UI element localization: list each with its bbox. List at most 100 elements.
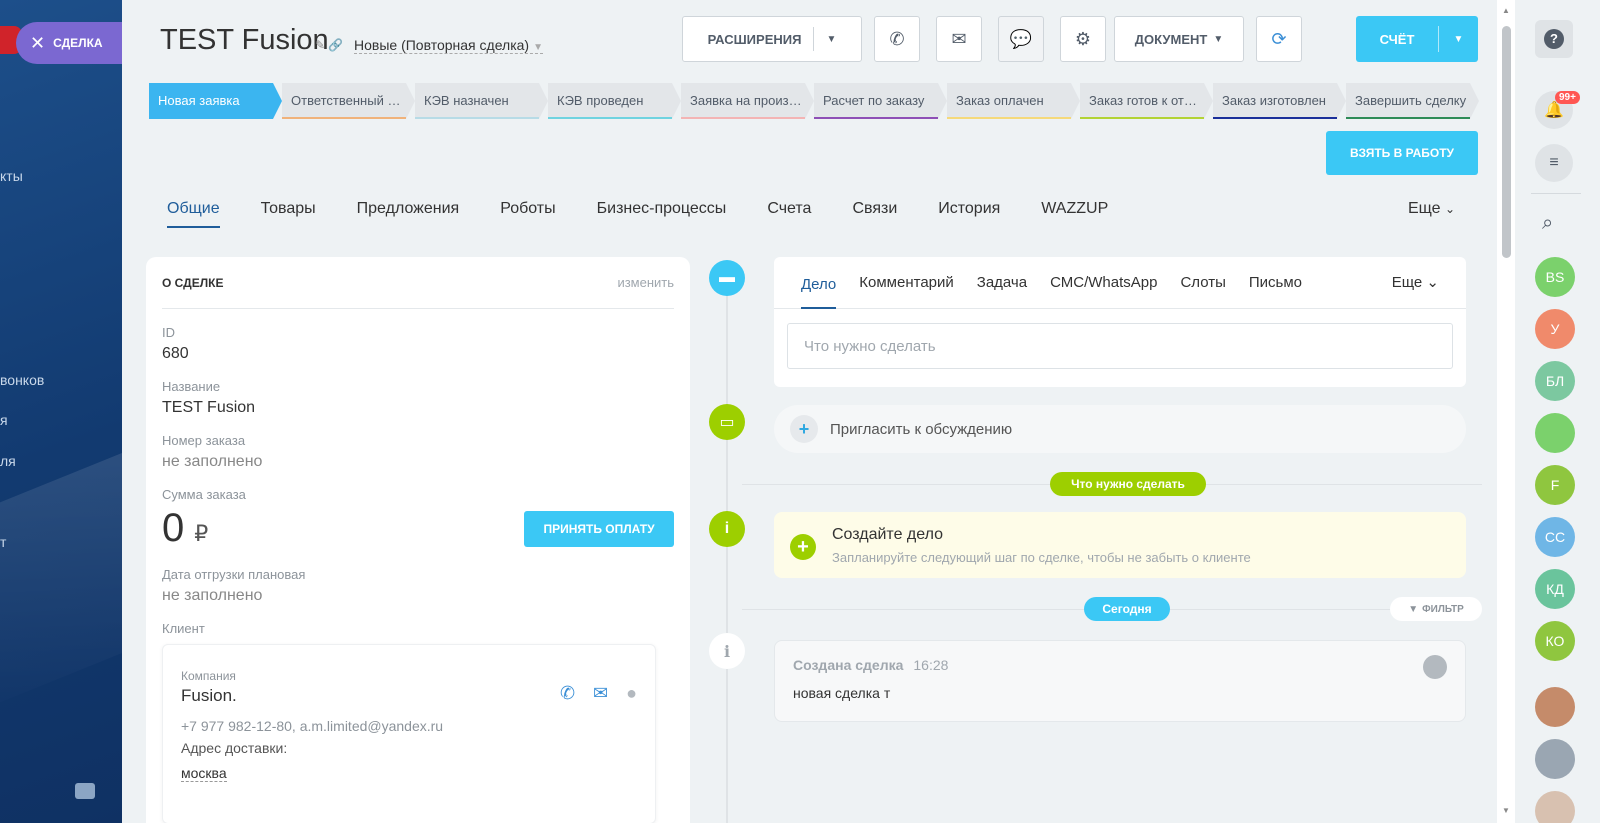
order-number-value: не заполнено — [162, 453, 263, 470]
tab-3[interactable]: Предложения — [357, 200, 460, 228]
address-value[interactable]: москва — [181, 765, 227, 782]
tabs-more-label: Еще — [1408, 200, 1441, 217]
chat-icon: 💬 — [1009, 28, 1033, 49]
avatar[interactable] — [1535, 739, 1575, 779]
activity-input[interactable]: Что нужно сделать — [787, 323, 1453, 369]
scrollbar[interactable]: ▲ ▼ — [1497, 0, 1515, 823]
right-sidebar: ? 🔔 99+ ≡ ⌕ BS У БЛ F СС КД КО — [1515, 0, 1600, 823]
avatar[interactable]: F — [1535, 465, 1575, 505]
avatar[interactable] — [1535, 687, 1575, 727]
convert-button[interactable]: ⟳ — [1256, 16, 1302, 62]
tabs-more-button[interactable]: Еще ⌄ — [1408, 200, 1455, 218]
avatar[interactable]: У — [1535, 309, 1575, 349]
activity-editor: Дело Комментарий Задача СМС/WhatsApp Слоты Пи… — [774, 257, 1466, 387]
email-button[interactable]: ✉ — [936, 16, 982, 62]
sidebar-item[interactable]: т — [0, 534, 6, 550]
stage-1[interactable]: Новая заявка — [149, 83, 282, 119]
activity-tab-1[interactable]: Дело — [801, 257, 837, 309]
stage-5[interactable]: Заявка на производство — [681, 83, 814, 119]
chat-icon[interactable]: ● — [626, 683, 637, 704]
chat-button[interactable]: 💬 — [998, 16, 1044, 62]
accept-payment-button[interactable]: ПРИНЯТЬ ОПЛАТУ — [524, 510, 674, 547]
take-to-work-button[interactable]: ВЗЯТЬ В РАБОТУ — [1326, 131, 1478, 175]
activity-tab-5[interactable]: Слоты — [1180, 274, 1225, 291]
page-title: TEST Fusion — [160, 24, 329, 56]
tab-1[interactable]: Общие — [167, 200, 220, 228]
invite-to-discussion[interactable]: + Пригласить к обсуждению — [774, 405, 1466, 453]
divider — [813, 27, 815, 51]
sidebar-item[interactable]: вонков — [0, 372, 44, 388]
avatar[interactable] — [1535, 413, 1575, 453]
id-value: 680 — [162, 345, 189, 362]
scrollbar-thumb[interactable] — [1502, 26, 1511, 258]
sidebar-item[interactable]: кты — [0, 168, 23, 184]
stage-8[interactable]: Заказ готов к отгрузке — [1080, 83, 1213, 119]
tab-5[interactable]: Бизнес-процессы — [597, 200, 727, 228]
scroll-up-icon[interactable]: ▲ — [1502, 6, 1510, 15]
avatar[interactable]: КО — [1535, 621, 1575, 661]
search-icon[interactable]: ⌕ — [1542, 212, 1553, 235]
stage-4[interactable]: КЭВ проведен — [548, 83, 681, 119]
document-button[interactable]: ДОКУМЕНТ ▼ — [1114, 16, 1244, 62]
deal-close-button[interactable]: ✕ СДЕЛКА — [16, 22, 122, 64]
avatar[interactable]: БЛ — [1535, 361, 1575, 401]
avatar[interactable]: КД — [1535, 569, 1575, 609]
chevron-down-icon[interactable]: ▼ — [1439, 34, 1478, 45]
settings-button[interactable]: ⚙ — [1060, 16, 1106, 62]
print-icon[interactable] — [75, 783, 95, 799]
help-button[interactable]: ? — [1535, 20, 1573, 58]
document-label: ДОКУМЕНТ — [1134, 31, 1208, 47]
tab-7[interactable]: Связи — [852, 200, 897, 228]
stage-6[interactable]: Расчет по заказу — [814, 83, 947, 119]
stage-select[interactable]: Новые (Повторная сделка) ▼ — [354, 37, 543, 54]
stage-2[interactable]: Ответственный назначен — [282, 83, 415, 119]
order-number-label: Номер заказа — [162, 433, 246, 448]
gear-icon: ⚙ — [1074, 28, 1092, 49]
activity-more-button[interactable]: Еще ⌄ — [1392, 257, 1439, 309]
avatar[interactable]: СС — [1535, 517, 1575, 557]
stage-3[interactable]: КЭВ назначен — [415, 83, 548, 119]
id-label: ID — [162, 325, 175, 340]
entry-title: Создана сделка — [793, 657, 904, 673]
tab-4[interactable]: Роботы — [500, 200, 555, 228]
avatar — [1423, 655, 1447, 679]
call-button[interactable]: ✆ — [874, 16, 920, 62]
tab-6[interactable]: Счета — [767, 200, 811, 228]
activity-tab-6[interactable]: Письмо — [1249, 274, 1302, 291]
activity-tab-4[interactable]: СМС/WhatsApp — [1050, 274, 1157, 291]
chat-button[interactable]: ≡ — [1535, 144, 1573, 182]
tab-8[interactable]: История — [938, 200, 1000, 228]
stage-10[interactable]: Завершить сделку — [1346, 83, 1479, 119]
invoice-button[interactable]: СЧЁТ ▼ — [1356, 16, 1478, 62]
chevron-down-icon: ▼ — [826, 33, 837, 45]
avatar[interactable]: BS — [1535, 257, 1575, 297]
phone-icon[interactable]: ✆ — [560, 683, 575, 704]
timeline-line — [726, 278, 728, 823]
tab-9[interactable]: WAZZUP — [1041, 200, 1108, 228]
stage-9[interactable]: Заказ изготовлен — [1213, 83, 1346, 119]
stage-color-bar — [681, 117, 805, 119]
create-activity-prompt[interactable]: + Создайте дело Запланируйте следующий ш… — [774, 512, 1466, 578]
stage-color-bar — [1213, 117, 1337, 119]
edit-icon[interactable]: ✎ 🔗 — [315, 38, 343, 52]
avatar[interactable] — [1535, 791, 1575, 823]
tab-2[interactable]: Товары — [261, 200, 316, 228]
stage-7[interactable]: Заказ оплачен — [947, 83, 1080, 119]
filter-label: ФИЛЬТР — [1422, 603, 1464, 615]
sidebar-decoration — [0, 421, 122, 719]
activity-tab-2[interactable]: Комментарий — [859, 274, 953, 291]
activity-tab-3[interactable]: Задача — [977, 274, 1027, 291]
mail-icon: ✉ — [951, 28, 967, 49]
filter-button[interactable]: ▼ ФИЛЬТР — [1390, 597, 1482, 621]
sidebar-item[interactable]: ля — [0, 453, 16, 469]
mail-icon[interactable]: ✉ — [593, 683, 608, 704]
edit-link[interactable]: изменить — [617, 275, 674, 290]
extensions-button[interactable]: РАСШИРЕНИЯ ▼ — [682, 16, 862, 62]
stage-color-bar — [814, 117, 938, 119]
sidebar-item[interactable]: я — [0, 412, 8, 428]
currency-symbol: ₽ — [194, 521, 209, 546]
scroll-down-icon[interactable]: ▼ — [1502, 806, 1510, 815]
stage-label: Ответственный назначен — [291, 93, 403, 108]
stage-label: Заказ готов к отгрузке — [1089, 93, 1201, 108]
comment-icon: ▬ — [709, 260, 745, 296]
